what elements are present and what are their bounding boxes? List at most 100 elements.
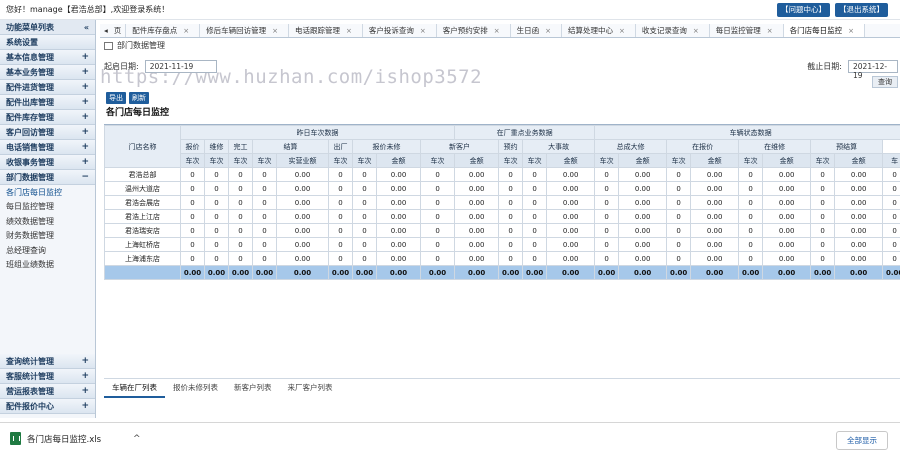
table-cell: 0 [419,237,456,252]
collapse-section-icon[interactable]: − [81,172,89,182]
table-cell: 0.00 [276,167,329,182]
sidebar-category[interactable]: 客户回访管理 + [0,125,95,140]
sidebar-category[interactable]: 配件进货管理 + [0,80,95,95]
show-all-button[interactable]: 全部显示 [836,431,888,450]
sidebar-category[interactable]: 查询统计管理 + [0,354,95,369]
close-icon[interactable]: × [848,27,854,35]
close-icon[interactable]: × [346,27,352,35]
sidebar-item-store-daily-monitor[interactable]: 各门店每日监控 [0,185,95,200]
help-center-button[interactable]: 【问题中心】 [777,3,830,17]
table-row[interactable]: 君浩会展店 0 0 0 0 0.00 0 0 0.00 0 0.00 0 0 0.00 0 0.00 0 0.00… [104,195,900,210]
close-icon[interactable]: × [183,27,189,35]
tab-complaint-query[interactable]: 客户投诉查询 × [363,24,437,37]
expand-icon[interactable]: + [81,52,89,62]
close-icon[interactable]: × [693,27,699,35]
table-cell: 0 [228,209,253,224]
close-icon[interactable]: × [545,27,551,35]
table-cell: 0 [666,251,692,266]
sidebar-item-finance-data[interactable]: 财务数据管理 [0,229,95,244]
sidebar-category[interactable]: 电话销售管理 + [0,140,95,155]
table-cell: 0.00 [762,195,812,210]
empty-cell [181,280,205,294]
empty-cell [619,294,667,308]
table-row[interactable]: 君浩瑞安店 0 0 0 0 0.00 0 0 0.00 0 0.00 0 0 0.00 0 0.00 0 0.00… [104,223,900,238]
sidebar-category[interactable]: 客服统计管理 + [0,369,95,384]
table-row[interactable]: 君浩上江店 0 0 0 0 0.00 0 0 0.00 0 0.00 0 0 0.00 0 0.00 0 0.00… [104,209,900,224]
logout-button[interactable]: 【退出系统】 [835,3,888,17]
table-cell: 0.00 [762,251,812,266]
sidebar-item-performance-data[interactable]: 绩效数据管理 [0,214,95,229]
chevron-left-icon[interactable]: ◂ [104,26,108,35]
empty-cell [619,308,667,322]
collapse-icon[interactable]: « [84,23,89,32]
table-cell: 0 [252,251,277,266]
tab-settlement-center[interactable]: 结算处理中心 × [562,24,636,37]
tab-birthday-letter[interactable]: 生日函 × [511,24,563,37]
tab-phone-tracking[interactable]: 电话跟踪管理 × [289,24,363,37]
sidebar-category[interactable]: 配件库存管理 + [0,110,95,125]
tab-parts-inventory[interactable]: 配件库存盘点 × [126,24,201,37]
close-icon[interactable]: × [494,27,500,35]
tab-payment-records[interactable]: 收支记录查询 × [636,24,710,37]
tab-quoted-unrepaired[interactable]: 报价未修列表 [165,379,226,398]
table-cell: 0 [252,237,277,252]
expand-icon[interactable]: + [81,157,89,167]
table-cell: 0 [738,237,764,252]
table-cell: 0.00 [618,251,668,266]
leaf-header: 车次 [810,153,836,168]
sidebar-item-system-settings[interactable]: 系统设置 [0,35,95,50]
tab-nav-left[interactable]: ◂ 页 [100,24,127,37]
table-row[interactable]: 上海浦东店 0 0 0 0 0.00 0 0 0.00 0 0.00 0 0 0.00 0 0.00 0 0.00… [104,251,900,266]
close-icon[interactable]: × [619,27,625,35]
tab-daily-monitor[interactable]: 每日监控管理 × [710,24,784,37]
leaf-header: 车次 [180,153,205,168]
sidebar-item-gm-query[interactable]: 总经理查询 [0,243,95,258]
expand-icon[interactable]: + [81,401,89,411]
end-date-input[interactable]: 2021-12-19 [848,60,898,80]
sidebar-category[interactable]: 营运报表管理 + [0,384,95,399]
table-cell: 0 [522,181,548,196]
sidebar-category[interactable]: 配件报价中心 + [0,399,95,414]
table-cell: 0.00 [376,209,421,224]
query-button[interactable]: 查询 [872,76,898,88]
sidebar-item-daily-monitor[interactable]: 每日监控管理 [0,200,95,215]
tab-appointment[interactable]: 客户预约安排 × [437,24,511,37]
download-item[interactable]: 各门店每日监控.xls ^ [10,432,141,445]
expand-icon[interactable]: + [81,356,89,366]
export-button[interactable]: 导出 [106,92,126,104]
start-date-input[interactable]: 2021-11-19 [144,60,217,73]
expand-icon[interactable]: + [81,97,89,107]
close-icon[interactable]: × [420,27,426,35]
expand-icon[interactable]: + [81,67,89,77]
tab-new-customers[interactable]: 新客户列表 [226,379,280,398]
expand-icon[interactable]: + [81,112,89,122]
expand-icon[interactable]: + [81,371,89,381]
tab-vehicles-in-shop[interactable]: 车辆在厂列表 [104,379,165,398]
sidebar-category[interactable]: 基本业务管理 + [0,65,95,80]
close-icon[interactable]: × [272,27,278,35]
table-cell: 0.00 [762,223,812,238]
refresh-button[interactable]: 刷新 [129,92,149,104]
tab-store-daily-monitor[interactable]: 各门店每日监控 × [783,24,866,37]
expand-icon[interactable]: + [81,142,89,152]
sidebar-category[interactable]: 基本信息管理 + [0,50,95,65]
empty-cell [835,308,883,322]
sidebar-item-team-performance[interactable]: 班组业绩数据 [0,258,95,273]
expand-icon[interactable]: + [81,82,89,92]
sidebar-category[interactable]: 收银事务管理 + [0,155,95,170]
table-row[interactable]: 温州大道店 0 0 0 0 0.00 0 0 0.00 0 0.00 0 0 0.00 0 0.00 0 0.00… [104,181,900,196]
table-row[interactable]: 君浩总部 0 0 0 0 0.00 0 0 0.00 0 0.00 0 0 0.00 0 0.00 0 0.00 0… [104,167,900,182]
empty-cell [811,336,835,350]
sidebar-category[interactable]: 部门数据管理 − [0,170,95,185]
expand-icon[interactable]: + [81,127,89,137]
tab-visiting-customers[interactable]: 来厂客户列表 [280,379,341,398]
empty-cell [811,280,835,294]
tab-vehicle-followup[interactable]: 修后车辆回访管理 × [200,24,290,37]
table-row[interactable]: 上海虹桥店 0 0 0 0 0.00 0 0 0.00 0 0.00 0 0 0.00 0 0.00 0 0.00… [104,237,900,252]
expand-icon[interactable]: + [81,386,89,396]
sidebar-category[interactable]: 配件出库管理 + [0,95,95,110]
data-grid[interactable]: 门店名称 昨日车次数据 在厂重点业务数据 车辆状态数据 报价 维修 完工 结算 … [104,124,900,370]
close-icon[interactable]: × [767,27,773,35]
summary-cell: 0.00 [419,265,456,280]
chevron-up-icon[interactable]: ^ [133,434,141,444]
